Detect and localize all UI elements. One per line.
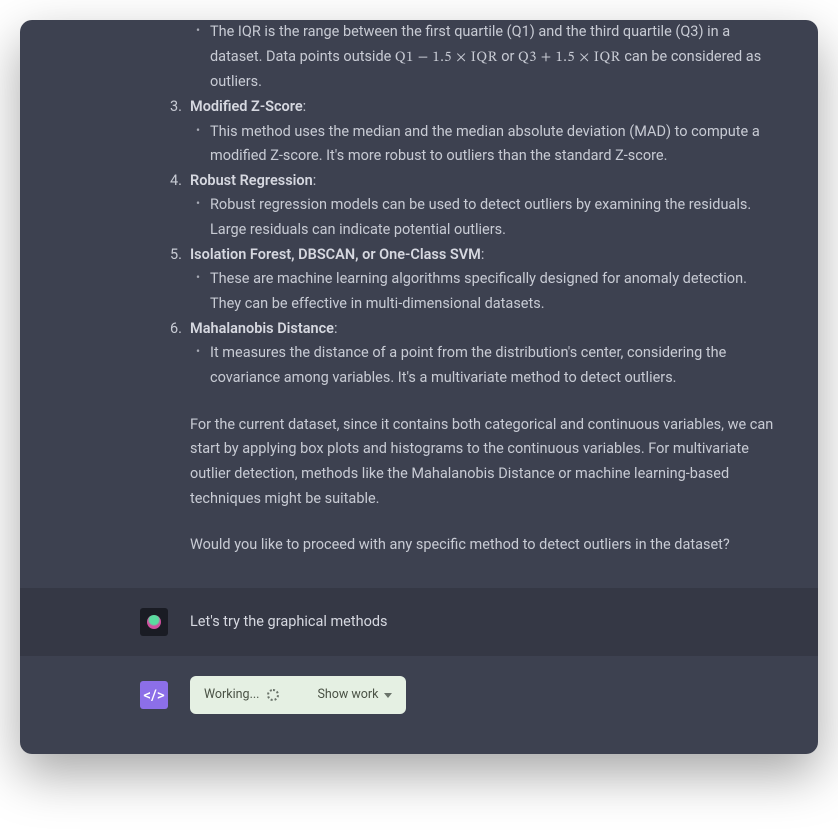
assistant-working-row: </> Working... Show work xyxy=(20,656,818,754)
chat-window: The IQR is the range between the first q… xyxy=(20,20,818,754)
method-title: Mahalanobis Distance xyxy=(190,320,334,337)
user-avatar xyxy=(140,608,168,636)
chevron-down-icon xyxy=(384,693,392,698)
working-pill: Working... Show work xyxy=(190,676,406,714)
iqr-formula-1: Q1 − 1.5 × IQR xyxy=(395,51,498,65)
avatar-graphic xyxy=(147,615,161,629)
assistant-paragraph: For the current dataset, since it contai… xyxy=(190,413,778,512)
method-title: Modified Z-Score xyxy=(190,98,303,115)
list-item: 4. Robust Regression: Robust regression … xyxy=(190,169,778,243)
list-number: 5. xyxy=(170,243,182,268)
user-message-row: Let's try the graphical methods xyxy=(20,588,818,656)
method-title: Isolation Forest, DBSCAN, or One-Class S… xyxy=(190,246,481,263)
working-label: Working... xyxy=(204,687,259,702)
working-status: Working... xyxy=(204,687,279,702)
method-desc: It measures the distance of a point from… xyxy=(210,341,778,390)
list-item: 6. Mahalanobis Distance: It measures the… xyxy=(190,317,778,391)
show-work-button[interactable]: Show work xyxy=(317,687,392,702)
show-work-label: Show work xyxy=(317,687,378,702)
method-desc: This method uses the median and the medi… xyxy=(210,120,778,169)
code-icon: </> xyxy=(140,681,168,709)
list-item: 3. Modified Z-Score: This method uses th… xyxy=(190,95,778,169)
iqr-or: or xyxy=(498,48,518,65)
user-message-text: Let's try the graphical methods xyxy=(190,613,388,630)
assistant-message: The IQR is the range between the first q… xyxy=(20,20,818,588)
list-item: The IQR is the range between the first q… xyxy=(210,20,778,95)
list-item: 5. Isolation Forest, DBSCAN, or One-Clas… xyxy=(190,243,778,317)
method-desc: These are machine learning algorithms sp… xyxy=(210,267,778,316)
code-glyph: </> xyxy=(143,686,164,704)
method-desc: Robust regression models can be used to … xyxy=(210,193,778,242)
assistant-question: Would you like to proceed with any speci… xyxy=(190,533,778,558)
method-title: Robust Regression xyxy=(190,172,313,189)
methods-list: 3. Modified Z-Score: This method uses th… xyxy=(190,95,778,391)
iqr-formula-2: Q3 + 1.5 × IQR xyxy=(518,51,621,65)
spinner-icon xyxy=(267,689,279,701)
list-number: 4. xyxy=(170,169,182,194)
list-number: 6. xyxy=(170,317,182,342)
list-number: 3. xyxy=(170,95,182,120)
